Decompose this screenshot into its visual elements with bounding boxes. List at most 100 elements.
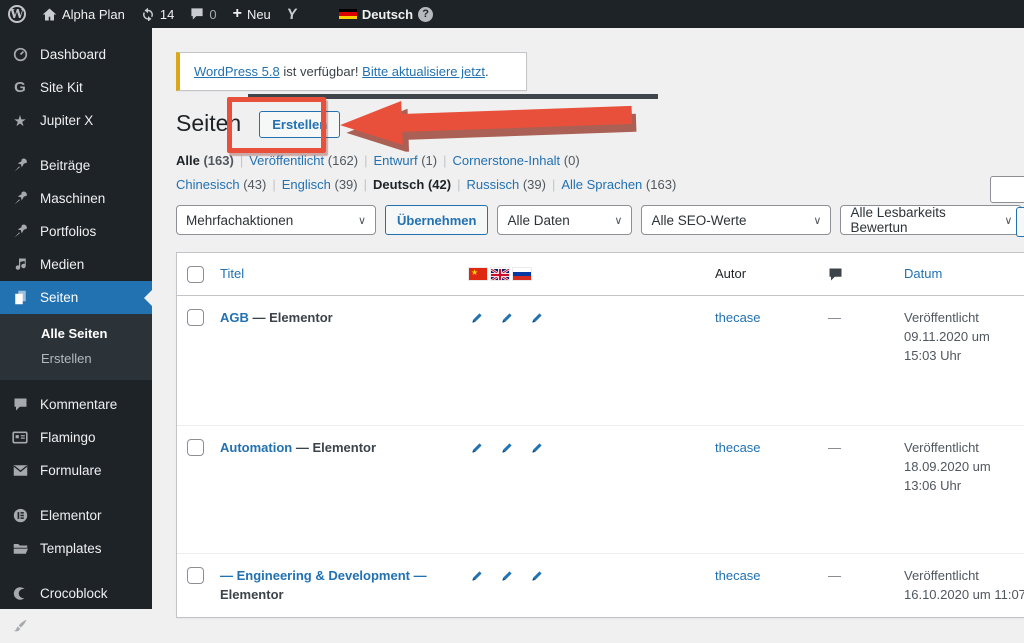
readability-filter-select[interactable]: Alle Lesbarkeits Bewertun ∨ bbox=[840, 205, 1023, 235]
update-notice: WordPress 5.8 ist verfügbar! Bitte aktua… bbox=[176, 52, 527, 91]
row-checkbox[interactable] bbox=[187, 567, 204, 584]
sidebar-label: Formulare bbox=[40, 463, 102, 478]
row-checkbox[interactable] bbox=[187, 309, 204, 326]
bulk-actions-select[interactable]: Mehrfachaktionen ∨ bbox=[176, 205, 376, 235]
comments-count: — bbox=[828, 310, 841, 325]
chevron-down-icon: ∨ bbox=[614, 214, 623, 227]
comment-icon bbox=[191, 8, 203, 20]
translation-edit-icons bbox=[469, 439, 691, 456]
language-switcher[interactable]: Deutsch ? bbox=[331, 0, 441, 28]
author-link[interactable]: thecase bbox=[715, 568, 761, 583]
filter-deutsch[interactable]: Deutsch (42) bbox=[373, 177, 451, 192]
submenu-alle-seiten[interactable]: Alle Seiten bbox=[0, 321, 152, 346]
sidebar-label: Crocoblock bbox=[40, 586, 108, 601]
edit-translation-icon[interactable] bbox=[529, 311, 544, 326]
filter-button-clipped[interactable] bbox=[1016, 207, 1024, 237]
sidebar-item-templates[interactable]: Templates bbox=[0, 532, 152, 565]
new-content-menu[interactable]: + Neu bbox=[225, 0, 279, 28]
sidebar-item-maschinen[interactable]: Maschinen bbox=[0, 182, 152, 215]
filter-alle-sprachen[interactable]: Alle Sprachen (163) bbox=[561, 177, 676, 192]
sidebar-item-kommentare[interactable]: Kommentare bbox=[0, 388, 152, 421]
apply-button[interactable]: Übernehmen bbox=[385, 205, 489, 235]
sidebar-item-crocoblock[interactable]: Crocoblock bbox=[0, 577, 152, 610]
filter-veroeffentlicht[interactable]: Veröffentlicht (162) bbox=[249, 153, 358, 168]
row-checkbox[interactable] bbox=[187, 439, 204, 456]
update-now-link[interactable]: Bitte aktualisiere jetzt bbox=[362, 64, 485, 79]
comments-indicator[interactable]: 0 bbox=[182, 0, 224, 28]
pin-icon bbox=[10, 224, 30, 239]
chevron-down-icon: ∨ bbox=[357, 214, 366, 227]
update-icon bbox=[143, 7, 153, 21]
comments-count: — bbox=[828, 568, 841, 583]
date-cell: Veröffentlicht 18.09.2020 um 13:06 Uhr bbox=[904, 440, 991, 493]
envelope-icon bbox=[10, 464, 30, 477]
sidebar-label: Maschinen bbox=[40, 191, 106, 206]
brush-icon bbox=[10, 619, 30, 634]
site-menu[interactable]: Alpha Plan bbox=[34, 0, 133, 28]
annotation-highlight-box bbox=[227, 97, 326, 153]
crescent-icon bbox=[10, 586, 30, 601]
sidebar-item-elementor[interactable]: Elementor bbox=[0, 499, 152, 532]
language-label: Deutsch bbox=[361, 6, 414, 22]
seo-filter-select[interactable]: Alle SEO-Werte ∨ bbox=[641, 205, 832, 235]
filter-cornerstone[interactable]: Cornerstone-Inhalt (0) bbox=[453, 153, 580, 168]
author-link[interactable]: thecase bbox=[715, 440, 761, 455]
edit-translation-icon[interactable] bbox=[529, 569, 544, 584]
sort-title-header[interactable]: Titel bbox=[220, 265, 244, 284]
select-all-checkbox[interactable] bbox=[187, 265, 204, 283]
edit-translation-icon[interactable] bbox=[499, 311, 514, 326]
sidebar-label: Portfolios bbox=[40, 224, 97, 239]
updates-count: 14 bbox=[159, 6, 175, 22]
sidebar-item-jupiter-x[interactable]: ★ Jupiter X bbox=[0, 104, 152, 137]
sidebar-item-formulare[interactable]: Formulare bbox=[0, 454, 152, 487]
page-title-link[interactable]: Automation bbox=[220, 440, 292, 455]
sidebar-item-beitraege[interactable]: Beiträge bbox=[0, 149, 152, 182]
annotation-arrow bbox=[340, 100, 637, 153]
sidebar-label: Site Kit bbox=[40, 80, 83, 95]
search-input[interactable] bbox=[990, 176, 1024, 203]
yoast-menu[interactable]: Y bbox=[279, 0, 305, 28]
wordpress-update-link[interactable]: WordPress 5.8 bbox=[194, 64, 280, 79]
edit-translation-icon[interactable] bbox=[499, 441, 514, 456]
page-title-suffix: — Elementor bbox=[295, 440, 377, 455]
submenu-erstellen[interactable]: Erstellen bbox=[0, 346, 152, 371]
page-title-suffix: — Elementor bbox=[252, 310, 333, 325]
home-icon bbox=[42, 8, 57, 20]
table-row: — Engineering & Development — Elementor … bbox=[177, 553, 1024, 617]
page-title-link[interactable]: AGB bbox=[220, 310, 249, 325]
filter-russisch[interactable]: Russisch (39) bbox=[466, 177, 546, 192]
google-g-icon: G bbox=[14, 79, 26, 96]
filter-entwurf[interactable]: Entwurf (1) bbox=[374, 153, 438, 168]
date-filter-select[interactable]: Alle Daten ∨ bbox=[497, 205, 633, 235]
sidebar-item-design[interactable]: Design bbox=[0, 610, 152, 643]
sort-date-header[interactable]: Datum bbox=[904, 265, 942, 284]
author-link[interactable]: thecase bbox=[715, 310, 761, 325]
sidebar-label: Medien bbox=[40, 257, 85, 272]
sidebar-item-seiten[interactable]: Seiten bbox=[0, 281, 152, 314]
notice-text: ist verfügbar! bbox=[283, 64, 359, 79]
filter-englisch[interactable]: Englisch (39) bbox=[282, 177, 358, 192]
sidebar-item-medien[interactable]: Medien bbox=[0, 248, 152, 281]
sidebar-item-flamingo[interactable]: Flamingo bbox=[0, 421, 152, 454]
page-title-link[interactable]: — Engineering & Development — bbox=[220, 568, 427, 583]
admin-sidebar: Dashboard G Site Kit ★ Jupiter X Beiträg… bbox=[0, 28, 152, 634]
elementor-icon bbox=[10, 508, 30, 523]
wordpress-menu[interactable]: W bbox=[0, 0, 34, 28]
edit-translation-icon[interactable] bbox=[469, 569, 484, 584]
sidebar-label: Jupiter X bbox=[40, 113, 94, 128]
filter-chinesisch[interactable]: Chinesisch (43) bbox=[176, 177, 266, 192]
pin-icon bbox=[10, 158, 30, 173]
edit-translation-icon[interactable] bbox=[529, 441, 544, 456]
edit-translation-icon[interactable] bbox=[469, 441, 484, 456]
updates-indicator[interactable]: 14 bbox=[133, 0, 182, 28]
sidebar-item-portfolios[interactable]: Portfolios bbox=[0, 215, 152, 248]
filter-alle[interactable]: Alle (163) bbox=[176, 153, 234, 168]
sidebar-item-dashboard[interactable]: Dashboard bbox=[0, 38, 152, 71]
edit-translation-icon[interactable] bbox=[469, 311, 484, 326]
author-header: Autor bbox=[715, 265, 747, 281]
sidebar-item-site-kit[interactable]: G Site Kit bbox=[0, 71, 152, 104]
help-icon[interactable]: ? bbox=[418, 6, 434, 22]
sidebar-label: Kommentare bbox=[40, 397, 118, 412]
edit-translation-icon[interactable] bbox=[499, 569, 514, 584]
dashboard-icon bbox=[10, 47, 30, 62]
